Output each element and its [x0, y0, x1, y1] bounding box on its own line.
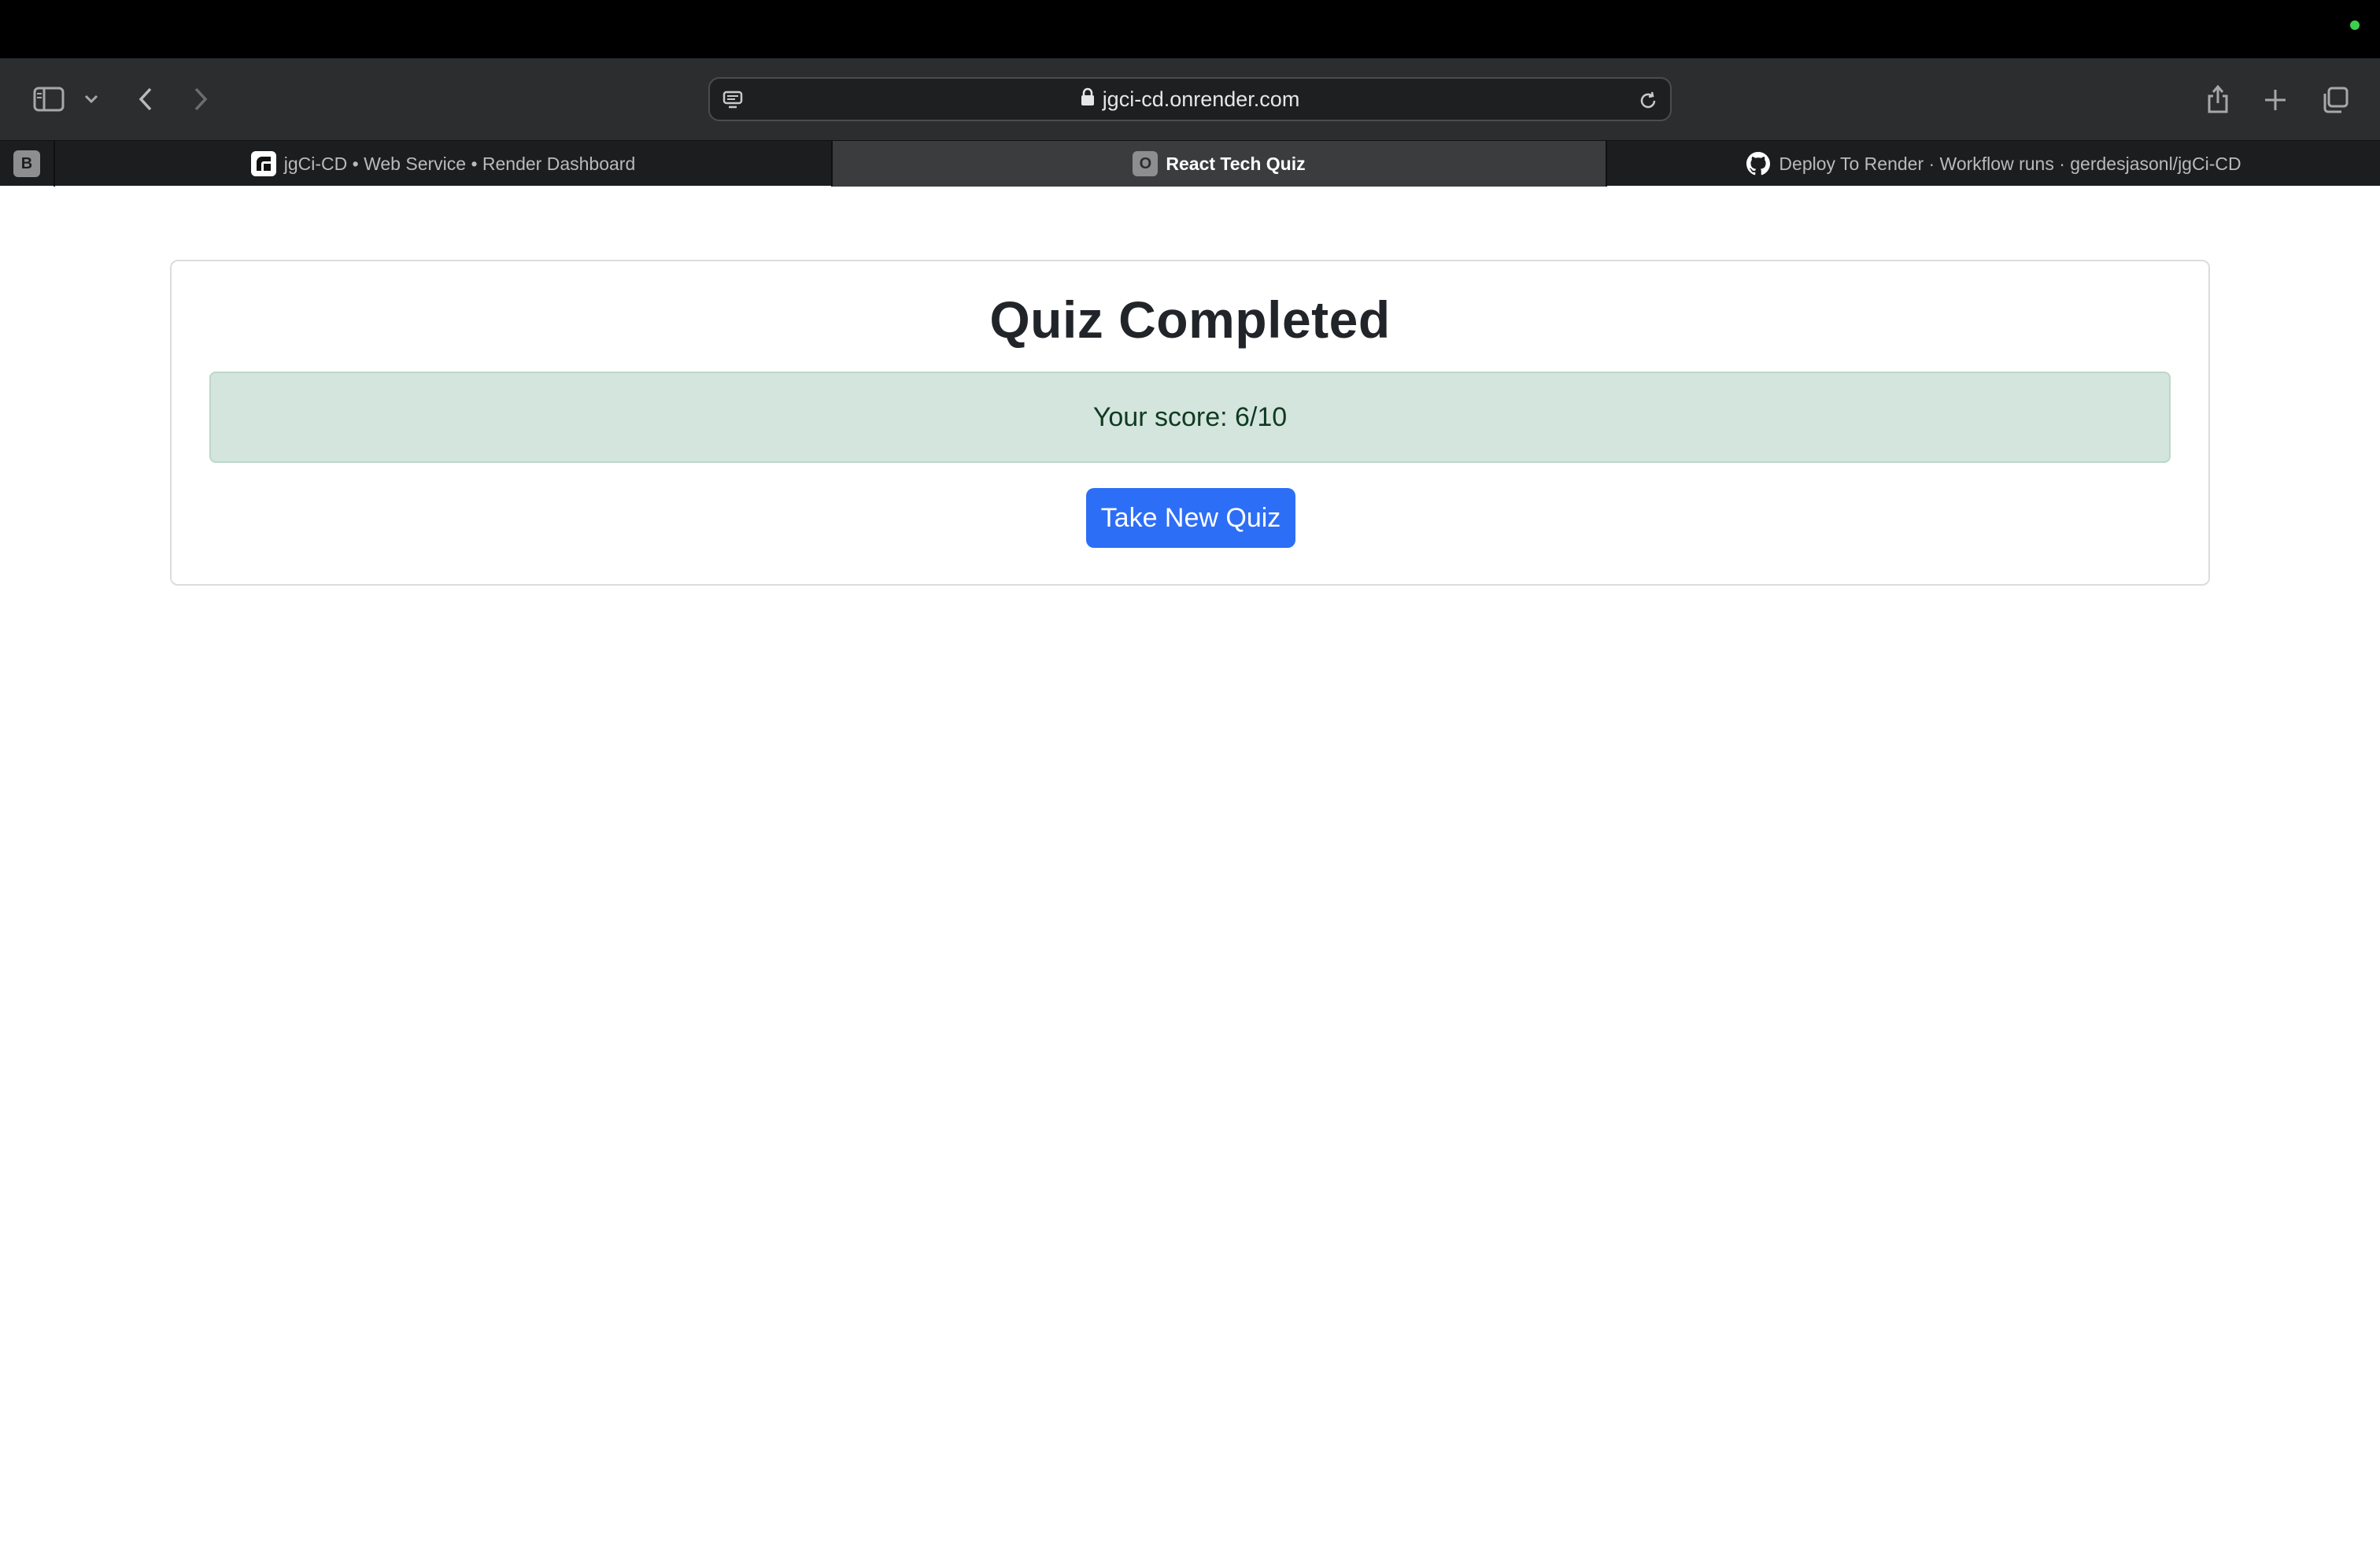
chevron-down-icon[interactable] [80, 88, 102, 110]
tab-overview-icon[interactable] [2319, 83, 2352, 117]
score-text: Your score: 6/10 [1092, 401, 1288, 432]
tab-label: React Tech Quiz [1166, 153, 1306, 174]
tab-render-dashboard[interactable]: jgCi-CD • Web Service • Render Dashboard [55, 141, 833, 187]
reload-icon[interactable] [1635, 88, 1661, 113]
page-title: Quiz Completed [989, 290, 1391, 349]
tab-github-workflow[interactable]: Deploy To Render · Workflow runs · gerde… [1607, 141, 2380, 187]
pinned-tab[interactable]: B [0, 141, 55, 187]
url-text: jgci-cd.onrender.com [1102, 87, 1300, 111]
macos-menu-bar [0, 0, 2380, 58]
back-icon[interactable] [132, 82, 159, 117]
new-tab-icon[interactable] [2259, 83, 2292, 117]
render-icon [250, 151, 276, 176]
forward-icon[interactable] [187, 82, 214, 117]
tab-favicon-letter: O [1133, 151, 1159, 176]
lock-icon [1081, 87, 1095, 112]
tab-react-tech-quiz[interactable]: O React Tech Quiz [833, 141, 1607, 187]
address-bar[interactable]: jgci-cd.onrender.com [708, 77, 1672, 121]
take-new-quiz-button[interactable]: Take New Quiz [1086, 488, 1295, 548]
share-icon[interactable] [2202, 80, 2234, 118]
pinned-tab-favicon: B [13, 150, 40, 177]
url-display[interactable]: jgci-cd.onrender.com [710, 79, 1670, 120]
quiz-result-card: Quiz Completed Your score: 6/10 Take New… [170, 260, 2210, 586]
tab-bar: B jgCi-CD • Web Service • Render Dashboa… [0, 140, 2380, 187]
sidebar-toggle-icon[interactable] [30, 83, 68, 115]
browser-toolbar: jgci-cd.onrender.com [0, 58, 2380, 140]
tab-label: jgCi-CD • Web Service • Render Dashboard [283, 153, 636, 174]
tab-label: Deploy To Render · Workflow runs · gerde… [1779, 153, 2241, 174]
score-alert: Your score: 6/10 [209, 372, 2171, 463]
status-indicator-dot [2350, 20, 2360, 30]
github-icon [1746, 151, 1771, 176]
